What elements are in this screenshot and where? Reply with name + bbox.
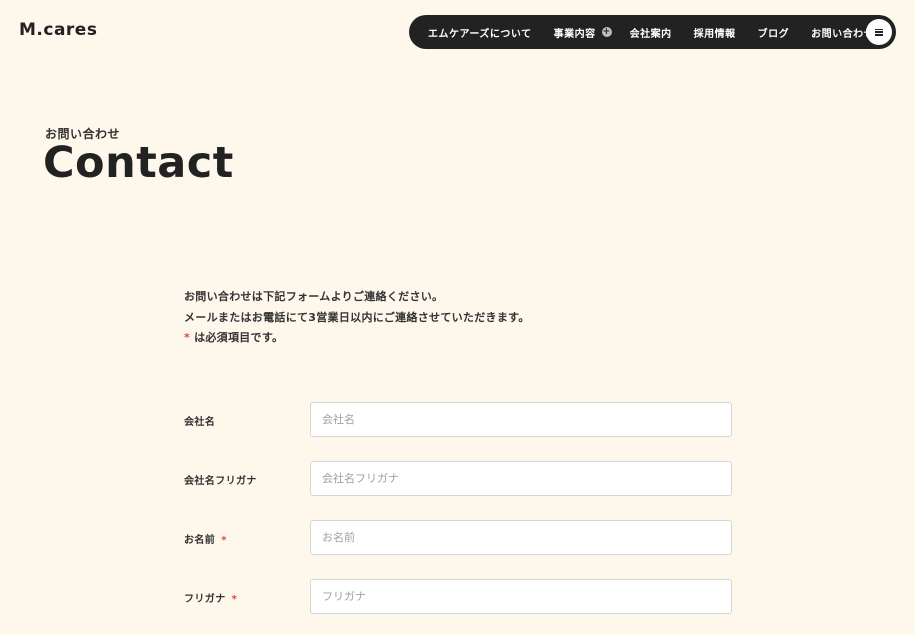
global-nav: エムケアーズについて 事業内容 + 会社案内 採用情報 ブログ お問い合わせ [409,15,896,49]
form-row-company: 会社名 [184,402,732,437]
intro-line-2: メールまたはお電話にて3営業日以内にご連絡させていただきます。 [184,310,530,324]
company-name-input[interactable] [310,402,732,437]
nav-item-company-label: 会社案内 [629,28,672,40]
nav-item-blog-label: ブログ [757,28,790,40]
form-row-name: お名前 * [184,520,732,555]
name-label: お名前 * [184,531,227,546]
kana-label-text: フリガナ [184,594,226,605]
company-name-label: 会社名 [184,417,216,428]
nav-item-business[interactable]: 事業内容 + [554,25,612,40]
kana-label: フリガナ * [184,590,237,605]
menu-button[interactable] [866,19,892,45]
hamburger-menu-icon [875,28,883,36]
name-input[interactable] [310,520,732,555]
nav-item-about[interactable]: エムケアーズについて [428,25,532,40]
nav-item-recruit[interactable]: 採用情報 [694,25,736,40]
nav-item-company[interactable]: 会社案内 [630,25,672,40]
plus-circle-icon[interactable]: + [601,27,612,37]
nav-item-about-label: エムケアーズについて [428,28,532,40]
required-asterisk: * [184,331,191,344]
name-label-text: お名前 [184,535,216,546]
site-logo[interactable]: M.cares [19,20,97,40]
company-kana-label: 会社名フリガナ [184,476,257,487]
nav-item-contact[interactable]: お問い合わせ [811,25,874,40]
kana-input[interactable] [310,579,732,614]
intro-line-3-text: は必須項目です。 [194,331,284,344]
required-asterisk: * [231,594,238,605]
page-title: Contact [43,138,234,188]
nav-item-recruit-label: 採用情報 [693,28,736,40]
intro-line-3: * は必須項目です。 [184,328,530,349]
form-row-kana: フリガナ * [184,579,732,614]
required-asterisk: * [221,535,227,546]
company-kana-input[interactable] [310,461,732,496]
contact-intro: お問い合わせは下記フォームよりご連絡ください。 メールまたはお電話にて3営業日以… [184,287,530,349]
nav-item-contact-label: お問い合わせ [811,28,875,40]
intro-line-1: お問い合わせは下記フォームよりご連絡ください。 [184,290,444,303]
nav-item-business-label: 事業内容 [553,28,596,40]
nav-item-blog[interactable]: ブログ [758,25,790,40]
form-row-company-kana: 会社名フリガナ [184,461,732,496]
